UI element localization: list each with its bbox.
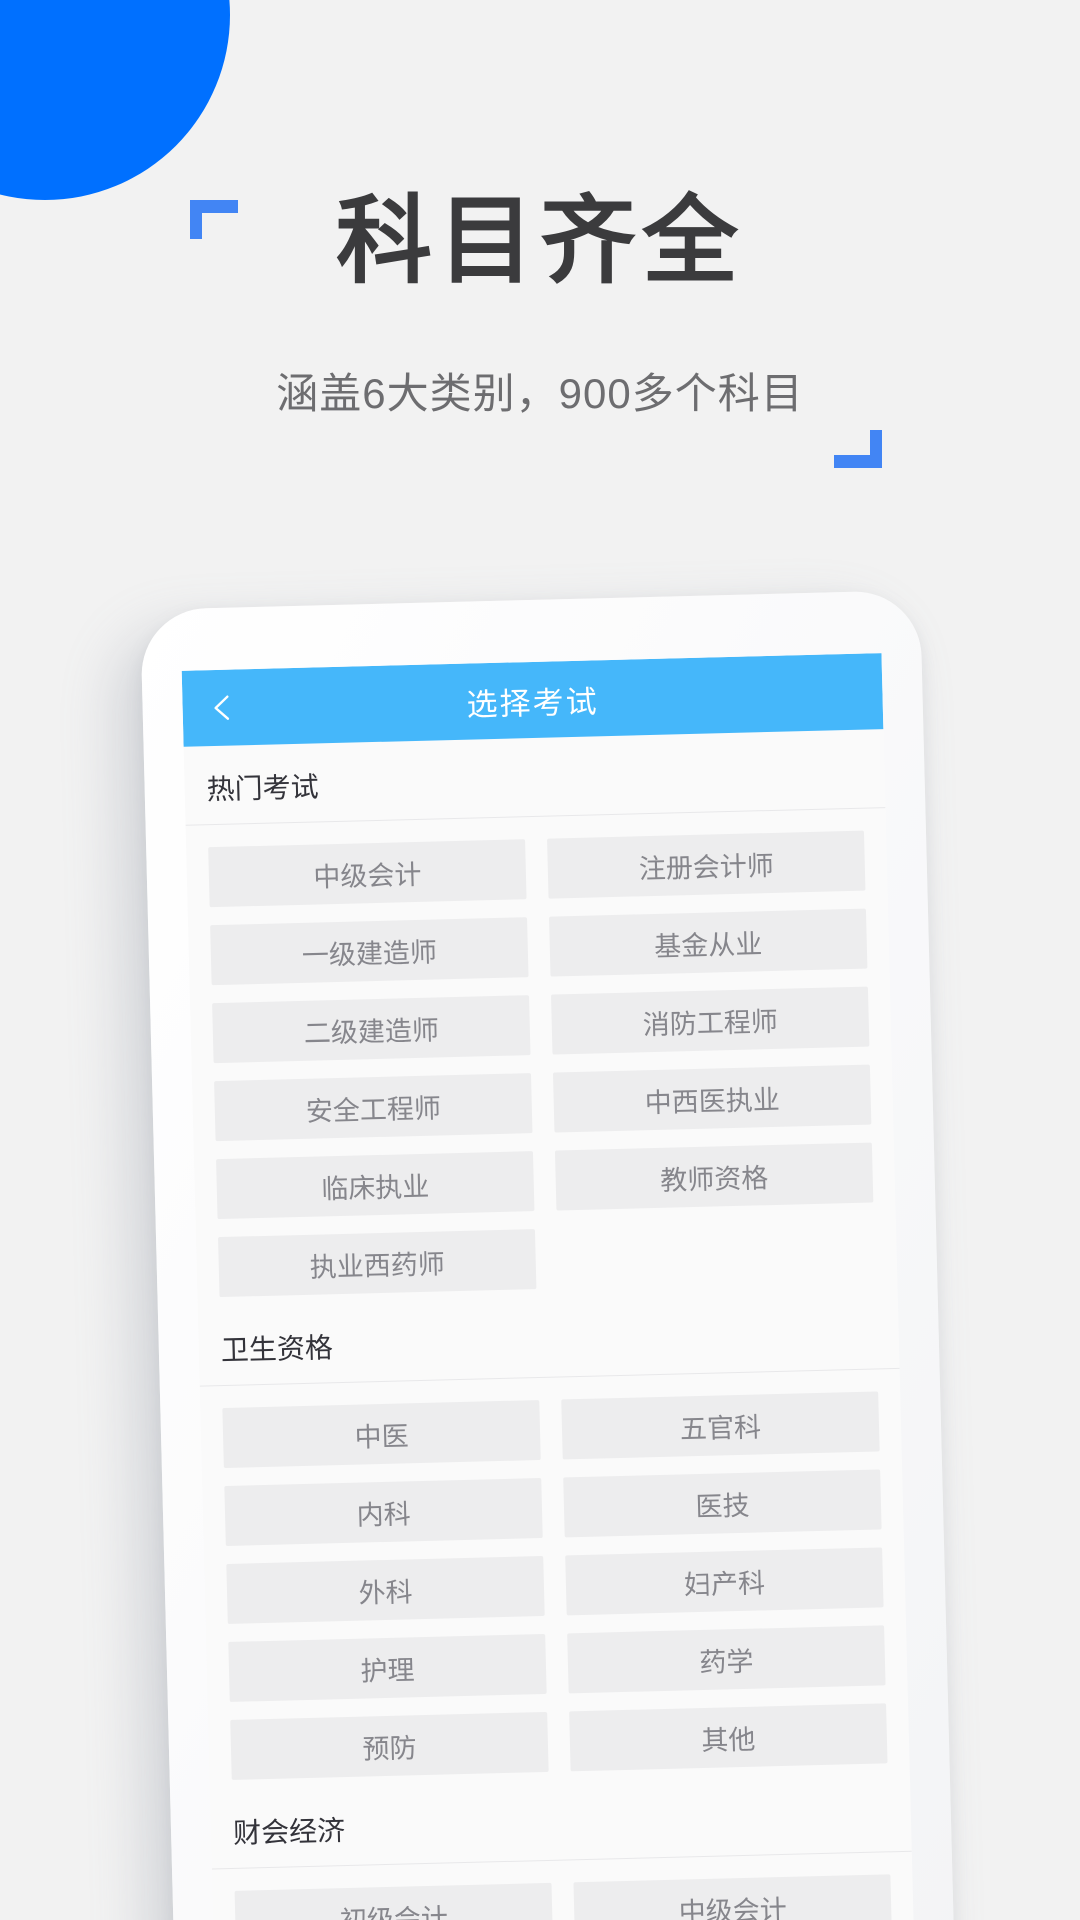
chevron-left-icon[interactable] (206, 692, 237, 723)
exam-chip[interactable]: 二级建造师 (212, 995, 531, 1064)
exam-chip[interactable]: 执业西药师 (218, 1229, 537, 1298)
exam-chip[interactable]: 中级会计 (208, 839, 527, 908)
exam-chip[interactable]: 临床执业 (216, 1151, 535, 1220)
page-title: 科目齐全 (336, 188, 744, 295)
exam-chip[interactable]: 医技 (563, 1469, 882, 1538)
exam-chip[interactable]: 妇产科 (565, 1547, 884, 1616)
promo-page: 科目齐全 涵盖6大类别，900多个科目 选择考试 热门考试 中级会计 注册会计师… (0, 0, 1080, 1920)
exam-chip[interactable]: 中级会计 (573, 1874, 892, 1920)
section-grid-hot: 中级会计 注册会计师 一级建造师 基金从业 二级建造师 消防工程师 安全工程师 … (186, 808, 898, 1308)
exam-chip[interactable]: 初级会计 (234, 1882, 553, 1920)
exam-chip[interactable]: 中医 (222, 1400, 541, 1469)
exam-chip[interactable]: 五官科 (561, 1391, 880, 1460)
section-grid-health: 中医 五官科 内科 医技 外科 妇产科 护理 药学 预防 其他 (200, 1369, 910, 1791)
exam-chip[interactable]: 外科 (226, 1555, 545, 1624)
exam-chip[interactable]: 预防 (230, 1711, 549, 1780)
exam-chip[interactable]: 一级建造师 (210, 917, 529, 986)
app-header-title: 选择考试 (466, 683, 600, 723)
exam-chip-placeholder (557, 1220, 875, 1288)
page-subtitle: 涵盖6大类别，900多个科目 (276, 370, 804, 417)
exam-chip[interactable]: 内科 (224, 1477, 543, 1546)
exam-chip[interactable]: 消防工程师 (550, 986, 870, 1055)
exam-chip[interactable]: 基金从业 (549, 908, 868, 977)
phone-screen: 选择考试 热门考试 中级会计 注册会计师 一级建造师 基金从业 二级建造师 消防… (181, 653, 916, 1920)
exam-chip[interactable]: 护理 (228, 1633, 547, 1702)
exam-chip[interactable]: 教师资格 (554, 1142, 874, 1211)
exam-chip[interactable]: 药学 (567, 1625, 886, 1694)
corner-bracket-bottom-right (834, 430, 882, 468)
phone-mockup: 选择考试 热门考试 中级会计 注册会计师 一级建造师 基金从业 二级建造师 消防… (140, 590, 956, 1920)
exam-chip[interactable]: 其他 (569, 1703, 888, 1772)
exam-chip[interactable]: 安全工程师 (214, 1073, 533, 1142)
blue-circle-decoration (0, 0, 230, 200)
exam-chip[interactable]: 注册会计师 (547, 830, 866, 899)
exam-chip[interactable]: 中西医执业 (552, 1064, 872, 1133)
exam-list: 热门考试 中级会计 注册会计师 一级建造师 基金从业 二级建造师 消防工程师 安… (183, 729, 915, 1920)
